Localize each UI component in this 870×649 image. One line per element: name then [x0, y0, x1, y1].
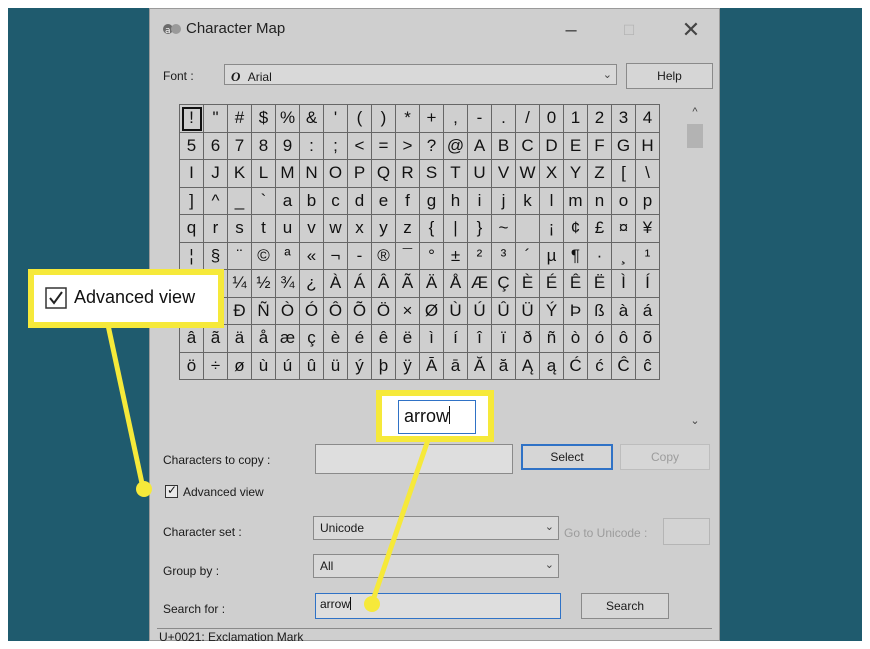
search-callout-text: arrow	[404, 406, 450, 426]
advanced-callout-connector	[105, 324, 146, 489]
text-caret	[449, 406, 451, 424]
advanced-view-marker-dot	[136, 481, 152, 497]
search-callout-connector	[369, 439, 431, 604]
advanced-view-callout-text: Advanced view	[74, 287, 196, 307]
search-callout: arrow	[376, 390, 494, 442]
advanced-view-callout: Advanced view	[28, 269, 224, 328]
checkbox-checked-icon	[45, 287, 67, 309]
search-marker-dot	[364, 596, 380, 612]
